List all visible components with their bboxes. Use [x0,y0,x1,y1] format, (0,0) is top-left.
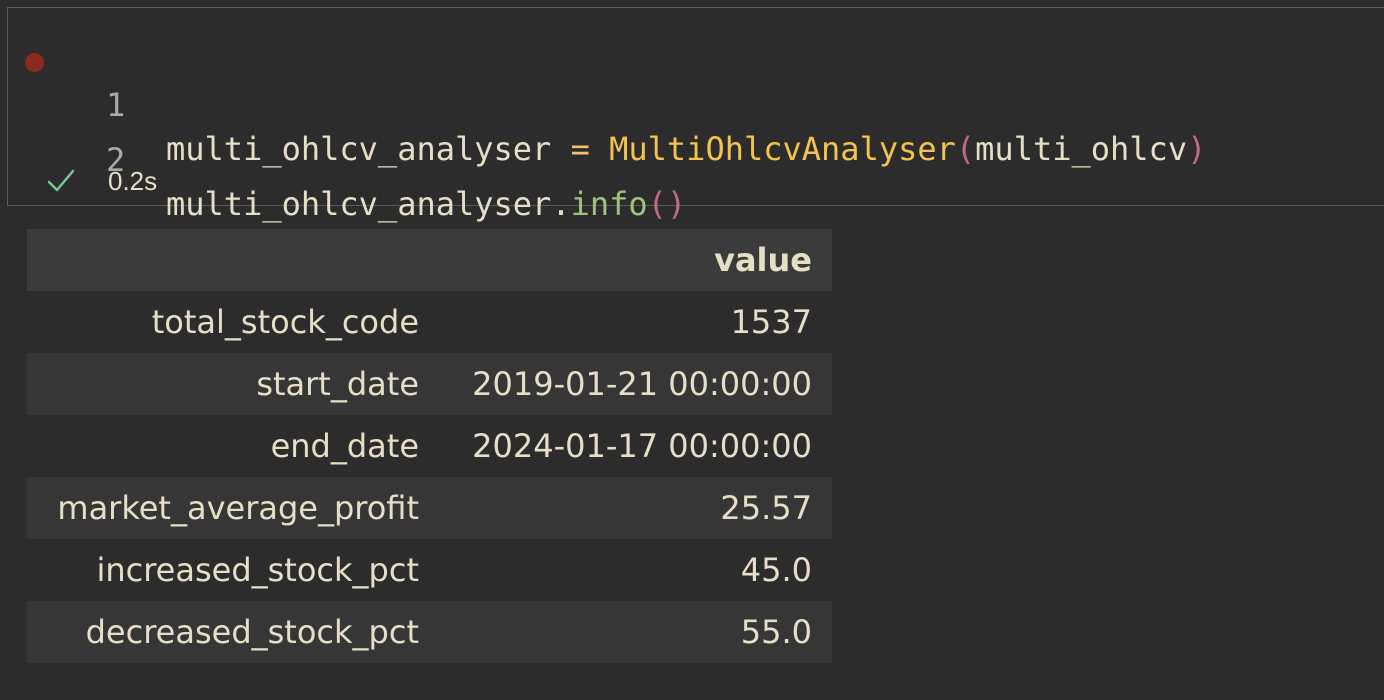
code-text: multi_ohlcv_analyser = MultiOhlcvAnalyse… [166,127,1206,171]
row-value: 2019-01-21 00:00:00 [472,365,812,403]
dot-token: . [551,185,571,223]
table-header-row: value [27,229,832,291]
open-paren-token: ( [955,130,976,168]
column-header-value: value [439,229,832,291]
object-token: multi_ohlcv_analyser [166,185,552,223]
row-label: end_date [270,427,419,465]
row-value: 1537 [730,303,812,341]
check-icon [47,169,75,192]
table-row: increased_stock_pct 45.0 [27,539,832,601]
row-label: start_date [256,365,419,403]
close-paren-token: ) [1187,130,1207,168]
table-row: end_date 2024-01-17 00:00:00 [27,415,832,477]
row-value: 55.0 [740,613,812,651]
table-row: start_date 2019-01-21 00:00:00 [27,353,832,415]
call-parens-token: () [647,185,687,223]
execution-duration: 0.2s [108,165,158,196]
code-line-1[interactable]: 1 multi_ohlcv_analyser = MultiOhlcvAnaly… [8,39,1206,168]
row-value: 45.0 [740,551,812,589]
index-header [27,229,439,291]
notebook-code-cell[interactable]: 1 multi_ohlcv_analyser = MultiOhlcvAnaly… [7,7,1384,223]
row-label: total_stock_code [151,303,419,341]
code-text: multi_ohlcv_analyser.info() [166,182,686,226]
table-row: decreased_stock_pct 55.0 [27,601,832,663]
table-row: total_stock_code 1537 [27,291,832,353]
execution-status: 0.2s [44,161,157,201]
argument-token: multi_ohlcv [975,130,1188,168]
variable-token: multi_ohlcv_analyser [166,130,552,168]
method-token: info [570,185,648,223]
row-label: market_average_profit [57,489,419,527]
row-value: 25.57 [720,489,812,527]
row-value: 2024-01-17 00:00:00 [472,427,812,465]
output-dataframe: value total_stock_code 1537 start_date 2… [27,229,832,663]
operator-token: = [551,130,610,168]
row-label: increased_stock_pct [96,551,419,589]
row-label: decreased_stock_pct [85,613,419,651]
class-token: MultiOhlcvAnalyser [609,130,956,168]
code-line-2[interactable]: 2 multi_ohlcv_analyser.info() [8,94,686,223]
line-number: 1 [106,86,126,124]
table-row: market_average_profit 25.57 [27,477,832,539]
